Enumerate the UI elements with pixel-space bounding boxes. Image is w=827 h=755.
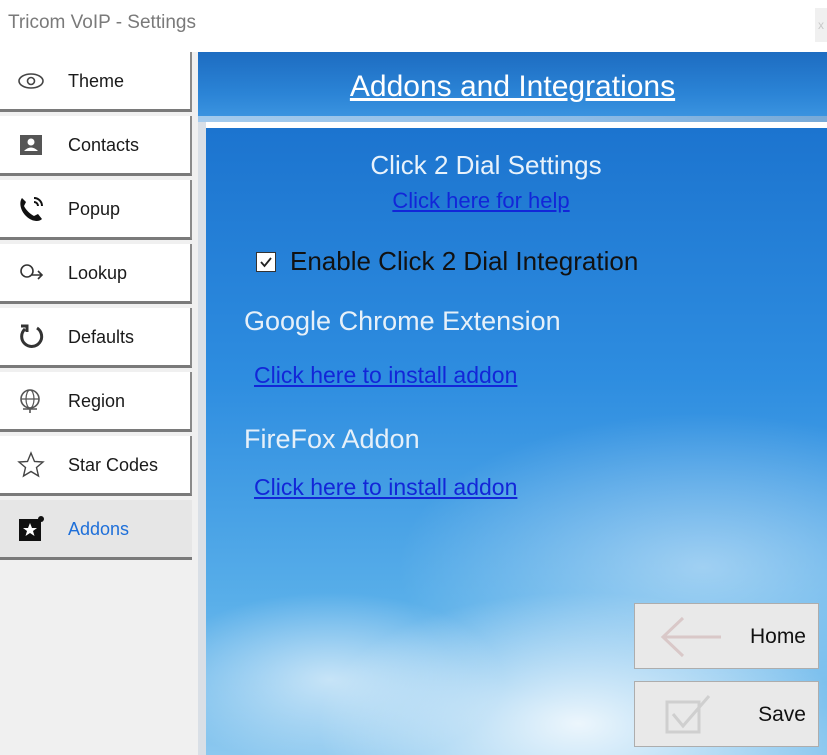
home-button[interactable]: Home xyxy=(634,603,819,669)
save-button-label: Save xyxy=(758,703,806,726)
sidebar-item-label: Contacts xyxy=(68,135,140,155)
lookup-arrow-icon xyxy=(16,258,46,288)
sidebar-item-lookup[interactable]: Lookup xyxy=(0,244,192,304)
home-button-label: Home xyxy=(749,625,806,648)
page-header: Addons and Integrations xyxy=(198,52,827,122)
sidebar-item-label: Defaults xyxy=(68,327,135,347)
addon-star-icon xyxy=(16,514,46,544)
enable-click2dial-row[interactable]: Enable Click 2 Dial Integration xyxy=(256,246,638,277)
sidebar-item-label: Region xyxy=(68,391,126,411)
sidebar-item-label: Addons xyxy=(68,519,130,539)
sidebar-item-label: Popup xyxy=(68,199,121,219)
sidebar-item-label: Star Codes xyxy=(68,455,159,475)
title-bar: Tricom VoIP - Settings x xyxy=(0,0,827,52)
help-link[interactable]: Click here for help xyxy=(206,188,756,214)
sidebar-item-star-codes[interactable]: Star Codes xyxy=(0,436,192,496)
close-button[interactable]: x xyxy=(815,8,827,42)
eye-icon xyxy=(16,66,46,96)
window-title: Tricom VoIP - Settings xyxy=(8,12,196,33)
checkmark-icon xyxy=(260,256,272,267)
phone-ringing-icon xyxy=(16,194,46,224)
enable-click2dial-checkbox[interactable] xyxy=(256,251,276,272)
section-title: Click 2 Dial Settings xyxy=(370,150,602,180)
header-divider xyxy=(198,116,827,122)
sidebar-item-label: Theme xyxy=(68,71,125,91)
sidebar-item-contacts[interactable]: Contacts xyxy=(0,116,192,176)
chrome-install-link[interactable]: Click here to install addon xyxy=(254,362,517,389)
save-button[interactable]: Save xyxy=(634,681,819,747)
save-check-icon xyxy=(653,690,723,740)
reset-icon xyxy=(16,322,46,352)
firefox-addon-heading: FireFox Addon xyxy=(244,424,420,454)
content-border xyxy=(198,122,206,755)
sidebar: Theme Contacts Popup Lookup Defaults Reg… xyxy=(0,52,198,755)
sidebar-item-defaults[interactable]: Defaults xyxy=(0,308,192,368)
sidebar-item-label: Lookup xyxy=(68,263,128,283)
firefox-install-link[interactable]: Click here to install addon xyxy=(254,474,517,501)
sidebar-item-region[interactable]: Region xyxy=(0,372,192,432)
contact-card-icon xyxy=(16,130,46,160)
enable-click2dial-label: Enable Click 2 Dial Integration xyxy=(290,246,639,276)
sidebar-item-theme[interactable]: Theme xyxy=(0,52,192,112)
chrome-extension-heading: Google Chrome Extension xyxy=(244,306,561,336)
star-icon xyxy=(16,450,46,480)
sidebar-item-popup[interactable]: Popup xyxy=(0,180,192,240)
arrow-left-icon xyxy=(653,612,723,662)
globe-icon xyxy=(16,386,46,416)
page-title[interactable]: Addons and Integrations xyxy=(198,70,827,104)
sidebar-item-addons[interactable]: Addons xyxy=(0,500,192,560)
